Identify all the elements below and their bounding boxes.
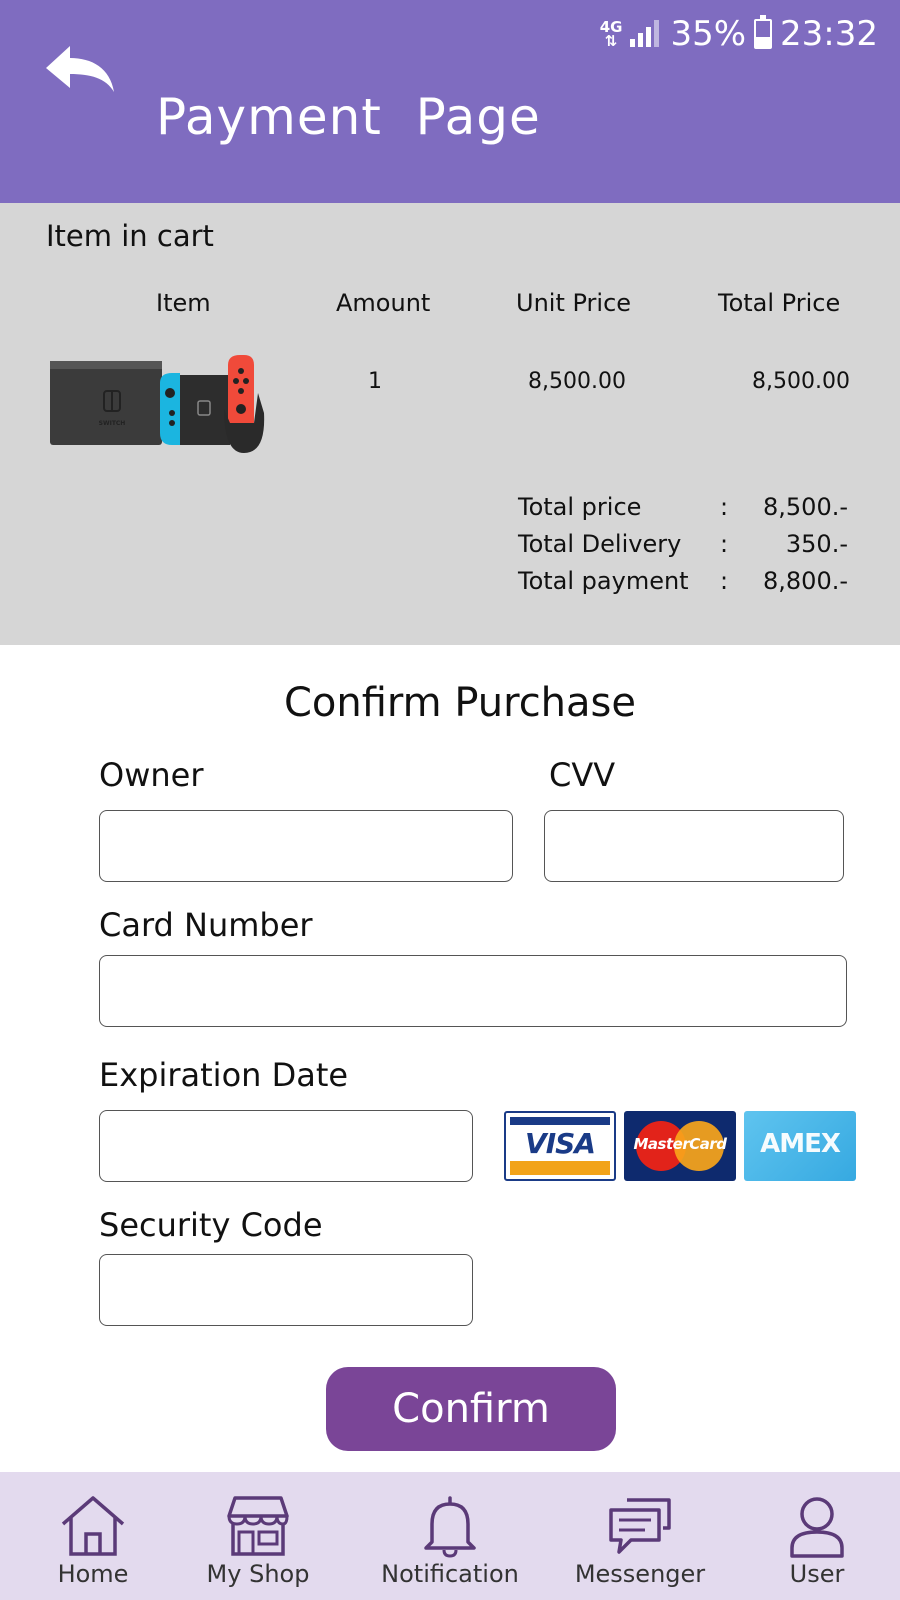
expiration-date-label: Expiration Date [99,1056,349,1094]
column-header-item: Item [156,289,211,317]
svg-text:SWITCH: SWITCH [99,420,126,427]
item-amount: 1 [368,369,382,394]
signal-icon [630,19,662,49]
amex-logo: AMEX [744,1111,856,1181]
nav-home[interactable]: Home [18,1472,168,1600]
nav-label: Home [57,1560,129,1588]
owner-label: Owner [99,756,204,794]
chat-icon [609,1498,671,1554]
summary-label: Total payment [518,567,689,595]
visa-logo-text: VISA [525,1127,596,1160]
nav-label: Messenger [574,1560,706,1588]
item-total-price: 8,500.00 [752,369,850,394]
column-header-total-price: Total Price [718,289,841,317]
mastercard-logo: MasterCard [624,1111,736,1181]
security-code-input[interactable] [99,1254,473,1326]
card-number-input[interactable] [99,955,847,1027]
visa-logo: VISA [504,1111,616,1181]
nav-notification[interactable]: Notification [375,1472,525,1600]
summary-value: 350.- [785,530,848,558]
cart-section: Item in cart Item Amount Unit Price Tota… [0,203,900,645]
clock: 23:32 [780,14,878,54]
cvv-label: CVV [549,756,616,794]
card-number-label: Card Number [99,906,313,944]
summary-total-payment: Total payment : 8,800.- [518,567,848,601]
summary-total-delivery: Total Delivery : 350.- [518,530,848,564]
summary-label: Total Delivery [518,530,682,558]
bell-icon [424,1496,476,1558]
summary-colon: : [720,567,729,595]
card-logos: VISA MasterCard AMEX [504,1111,856,1181]
network-indicator: 4G ⇅ [599,18,623,50]
column-header-unit-price: Unit Price [516,289,632,317]
amex-logo-text: AMEX [760,1129,841,1159]
page-title: Payment Page [156,88,541,146]
item-unit-price: 8,500.00 [528,369,626,394]
summary-colon: : [720,530,729,558]
security-code-label: Security Code [99,1206,323,1244]
user-icon [790,1497,844,1558]
home-icon [61,1496,125,1556]
cvv-input[interactable] [544,810,844,882]
summary-colon: : [720,493,729,521]
shop-icon [227,1496,289,1556]
battery-icon [754,15,773,49]
owner-input[interactable] [99,810,513,882]
nav-messenger[interactable]: Messenger [565,1472,715,1600]
network-type: 4G [599,18,623,36]
product-image: SWITCH [50,355,265,453]
mastercard-logo-text: MasterCard [633,1135,727,1153]
expiration-date-input[interactable] [99,1110,473,1182]
column-header-amount: Amount [336,289,431,317]
nav-label: My Shop [206,1560,310,1588]
summary-value: 8,500.- [763,493,848,521]
battery-percent: 35% [670,14,747,54]
nav-label: Notification [381,1560,519,1588]
back-arrow-icon[interactable] [44,44,116,96]
summary-total-price: Total price : 8,500.- [518,493,848,527]
form-title: Confirm Purchase [283,680,636,726]
confirm-button[interactable]: Confirm [326,1367,616,1451]
bottom-nav: Home My Shop Notification Messenger User [0,1472,900,1600]
summary-label: Total price [518,493,642,521]
nav-my-shop[interactable]: My Shop [183,1472,333,1600]
status-bar: 4G ⇅ 35% 23:32 [600,14,878,54]
cart-heading: Item in cart [46,219,214,253]
nav-user[interactable]: User [742,1472,892,1600]
nav-label: User [789,1560,845,1588]
app-header: 4G ⇅ 35% 23:32 Payment Page [0,0,900,203]
summary-value: 8,800.- [763,567,848,595]
